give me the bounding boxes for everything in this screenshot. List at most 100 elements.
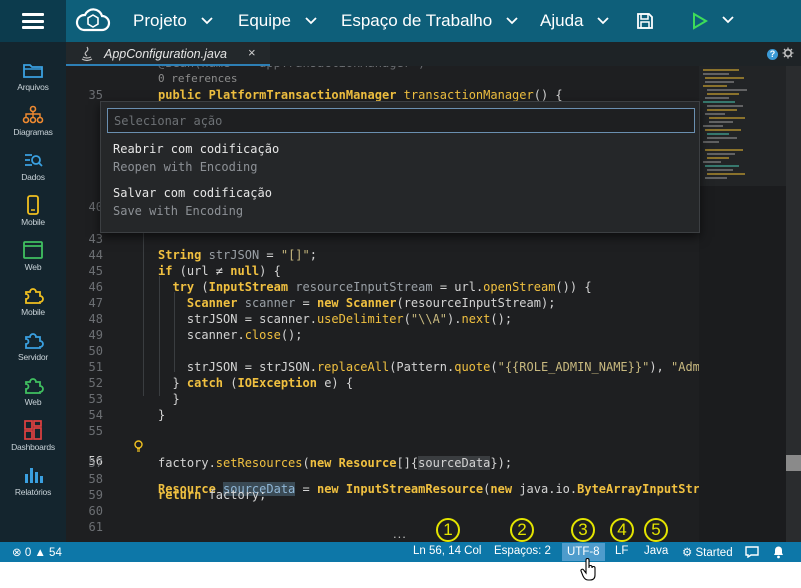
references-lens[interactable]: 0 references bbox=[158, 72, 237, 85]
run-options-chevron-icon[interactable] bbox=[722, 16, 734, 24]
code-line: 46 try (InputStream resourceInputStream … bbox=[66, 280, 699, 296]
sidebar-label: Web bbox=[24, 262, 42, 272]
cursor-position[interactable]: Ln 56, 14 Col bbox=[413, 545, 481, 557]
hand-pointer-cursor-icon bbox=[580, 558, 596, 581]
language-mode[interactable]: Java bbox=[644, 545, 668, 557]
line-number: 52 bbox=[88, 376, 103, 390]
feedback-icon[interactable] bbox=[745, 546, 759, 558]
sidebar-item-web-puzzle[interactable]: Web bbox=[0, 375, 66, 420]
line-number: 43 bbox=[88, 232, 103, 246]
line-number: 54 bbox=[88, 408, 103, 422]
line-number: 44 bbox=[88, 248, 103, 262]
top-menu-bar: Projeto Equipe Espaço de Trabalho Ajuda bbox=[0, 0, 801, 42]
option-sublabel: Reopen with Encoding bbox=[113, 160, 258, 174]
folder-icon bbox=[23, 64, 43, 78]
code-line: 58 bbox=[66, 472, 699, 488]
puzzle-icon bbox=[25, 288, 44, 304]
server-status-label: Started bbox=[695, 547, 733, 559]
lightbulb-icon[interactable] bbox=[134, 440, 143, 453]
sidebar-label: Web bbox=[24, 397, 42, 407]
menu-projeto-label: Projeto bbox=[133, 11, 187, 30]
option-label: Reabrir com codificação bbox=[113, 142, 280, 156]
code-line-current: 56 Resource sourceData = new InputStream… bbox=[66, 440, 699, 496]
bar-chart-icon bbox=[25, 468, 43, 483]
play-run-icon[interactable] bbox=[692, 12, 708, 30]
sidebar-label: Dashboards bbox=[11, 442, 55, 452]
annotation-marker-3: 3 bbox=[571, 518, 595, 542]
line-number: 47 bbox=[88, 296, 103, 310]
error-icon: ⊗ bbox=[12, 547, 22, 559]
minimap[interactable] bbox=[699, 66, 786, 542]
menu-projeto[interactable]: Projeto bbox=[133, 11, 213, 31]
hamburger-menu-icon[interactable] bbox=[22, 13, 44, 29]
line-number: 55 bbox=[88, 424, 103, 438]
indentation-spaces[interactable]: Espaços: 2 bbox=[494, 545, 551, 557]
sidebar-item-arquivos[interactable]: Arquivos bbox=[0, 60, 66, 105]
line-number: 45 bbox=[88, 264, 103, 278]
minimap-preview bbox=[699, 66, 786, 186]
warning-count: 54 bbox=[49, 547, 62, 559]
line-number: 35 bbox=[88, 88, 103, 102]
menu-ajuda[interactable]: Ajuda bbox=[540, 11, 610, 31]
annotation-marker-2: 2 bbox=[510, 518, 534, 542]
hamburger-cell bbox=[0, 0, 66, 42]
line-number: 50 bbox=[88, 344, 103, 358]
chevron-down-icon bbox=[506, 17, 518, 25]
data-icon bbox=[25, 154, 43, 167]
code-line: 44 String strJSON = "[]"; bbox=[66, 248, 699, 264]
code-line: 57 factory.setResources(new Resource[]{so… bbox=[66, 456, 699, 472]
line-number: 53 bbox=[88, 392, 103, 406]
close-tab-icon[interactable]: × bbox=[248, 45, 256, 60]
sidebar-item-relatorios[interactable]: Relatórios bbox=[0, 465, 66, 510]
code-line: 47 Scanner scanner = new Scanner(resourc… bbox=[66, 296, 699, 312]
editor-tab-bar: AppConfiguration.java × bbox=[66, 42, 801, 66]
sidebar-item-dashboards[interactable]: Dashboards bbox=[0, 420, 66, 465]
sidebar-item-dados[interactable]: Dados bbox=[0, 150, 66, 195]
chevron-down-icon bbox=[597, 17, 610, 25]
menu-equipe[interactable]: Equipe bbox=[238, 11, 317, 31]
sidebar-item-servidor[interactable]: Servidor bbox=[0, 330, 66, 375]
puzzle-icon bbox=[25, 333, 44, 349]
sidebar-item-mobile[interactable]: Mobile bbox=[0, 195, 66, 240]
sidebar-label: Mobile bbox=[21, 217, 45, 227]
option-reopen-with-encoding[interactable]: Reabrir com codificação Reopen with Enco… bbox=[113, 142, 279, 174]
code-line: 0 references bbox=[66, 72, 699, 88]
save-icon[interactable] bbox=[636, 12, 654, 30]
error-count: 0 bbox=[24, 547, 32, 559]
line-number: 48 bbox=[88, 312, 103, 326]
sidebar-item-mobile-puzzle[interactable]: Mobile bbox=[0, 285, 66, 330]
notifications-bell-icon[interactable] bbox=[772, 545, 785, 559]
sidebar-item-diagramas[interactable]: Diagramas bbox=[0, 105, 66, 150]
option-save-with-encoding[interactable]: Salvar com codificação Save with Encodin… bbox=[113, 186, 272, 218]
sidebar-label: Dados bbox=[21, 172, 45, 182]
line-number: 60 bbox=[88, 504, 103, 518]
java-file-icon bbox=[81, 46, 93, 62]
code-line: 45 if (url ≠ null) { bbox=[66, 264, 699, 280]
scrollbar-thumb[interactable] bbox=[786, 455, 801, 471]
gear-icon[interactable] bbox=[782, 47, 794, 59]
annotation-marker-4: 4 bbox=[610, 518, 634, 542]
action-search-input[interactable]: Selecionar ação bbox=[107, 108, 695, 133]
line-number: 46 bbox=[88, 280, 103, 294]
command-palette: Selecionar ação Reabrir com codificação … bbox=[100, 101, 700, 233]
problems-indicator[interactable]: ⊗ 0 ▲ 54 bbox=[12, 545, 62, 559]
code-line: 61 bbox=[66, 520, 699, 536]
menu-espaco-label: Espaço de Trabalho bbox=[341, 11, 493, 30]
dashboard-icon bbox=[24, 420, 42, 440]
annotation-marker-1: 1 bbox=[436, 518, 460, 542]
line-number: 59 bbox=[88, 488, 103, 502]
line-ending-selector[interactable]: LF bbox=[615, 545, 628, 557]
code-line: 48 strJSON = scanner.useDelimiter("\\A")… bbox=[66, 312, 699, 328]
code-line: 51 strJSON = strJSON.replaceAll(Pattern.… bbox=[66, 360, 699, 376]
cloud-logo-icon bbox=[75, 8, 111, 32]
more-ellipsis[interactable]: ... bbox=[393, 526, 407, 541]
chevron-down-icon bbox=[201, 17, 213, 25]
server-status[interactable]: ⚙ Started bbox=[682, 545, 733, 559]
tab-appconfiguration[interactable]: AppConfiguration.java × bbox=[66, 42, 270, 66]
line-number: 61 bbox=[88, 520, 103, 534]
menu-espaco-de-trabalho[interactable]: Espaço de Trabalho bbox=[341, 11, 518, 31]
status-bar: ⊗ 0 ▲ 54 Ln 56, 14 Col Espaços: 2 UTF-8 … bbox=[0, 542, 801, 562]
help-icon[interactable]: ? bbox=[767, 49, 778, 60]
sidebar-label: Relatórios bbox=[14, 487, 52, 497]
sidebar-item-web[interactable]: Web bbox=[0, 240, 66, 285]
